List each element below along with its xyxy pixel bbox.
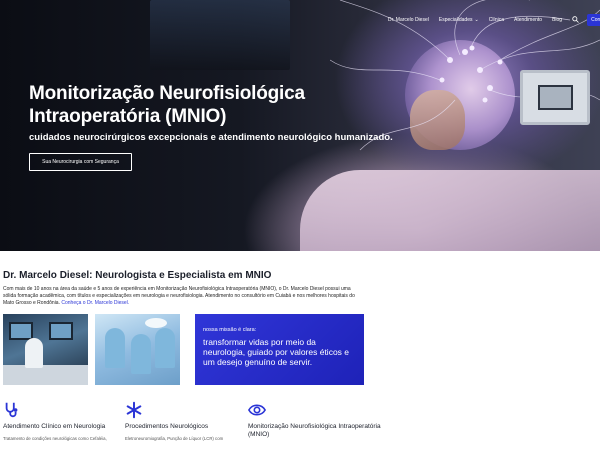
chevron-down-icon: ⌄: [474, 17, 479, 23]
hero-section: Dr. Marcelo Diesel Especialidades ⌄ Clíni…: [0, 0, 600, 251]
search-icon[interactable]: [572, 15, 579, 25]
mission-body: transformar vidas por meio da neurologia…: [203, 337, 350, 367]
feature-title: Monitorização Neurofisiológica Intraoper…: [248, 423, 381, 438]
eeg-wires-illustration: [330, 0, 600, 151]
nav-item-especialidades[interactable]: Especialidades ⌄: [439, 17, 479, 23]
about-link[interactable]: Conheça o Dr. Marcelo Diesel.: [61, 300, 129, 306]
about-heading: Dr. Marcelo Diesel: Neurologista e Espec…: [3, 270, 272, 281]
mission-kicker: nossa missão é clara:: [203, 327, 257, 333]
vital-signs-screen: [520, 70, 590, 125]
asterisk-icon: [125, 401, 143, 419]
doctor-workstation-photo: [3, 314, 88, 385]
main-navigation: Dr. Marcelo Diesel Especialidades ⌄ Clíni…: [388, 14, 600, 26]
feature-title: Atendimento Clínico em Neurologia: [3, 423, 106, 430]
hero-cta-button[interactable]: Sua Neurocirurgia com Segurança: [29, 153, 132, 171]
surgery-team-photo: [95, 314, 180, 385]
feature-desc: Tratamento de condições neurológicas com…: [3, 436, 107, 441]
feature-title: Procedimentos Neurológicos: [125, 423, 209, 430]
eye-icon: [247, 401, 267, 419]
contact-button[interactable]: Contato: [587, 14, 600, 26]
hero-subtitle: cuidados neurocirúrgicos excepcionais e …: [29, 132, 393, 143]
stethoscope-icon: [3, 401, 21, 419]
about-paragraph: Com mais de 10 anos na área da saúde e 5…: [3, 286, 363, 307]
nav-item-clinica[interactable]: Clínica: [489, 17, 504, 23]
nav-item-atendimento[interactable]: Atendimento: [514, 17, 542, 23]
hero-title: Monitorização Neurofisiológica Intraoper…: [29, 83, 305, 127]
medical-monitor-background: [150, 0, 290, 70]
mission-card: nossa missão é clara: transformar vidas …: [195, 314, 364, 385]
nav-item-dr-marcelo[interactable]: Dr. Marcelo Diesel: [388, 17, 429, 23]
nav-item-label: Especialidades: [438, 17, 473, 23]
about-text: Com mais de 10 anos na área da saúde e 5…: [3, 286, 355, 306]
nav-item-blog[interactable]: Blog: [552, 17, 562, 23]
feature-desc: Eletroneuromiografia, Punção de Líquor (…: [125, 436, 224, 441]
